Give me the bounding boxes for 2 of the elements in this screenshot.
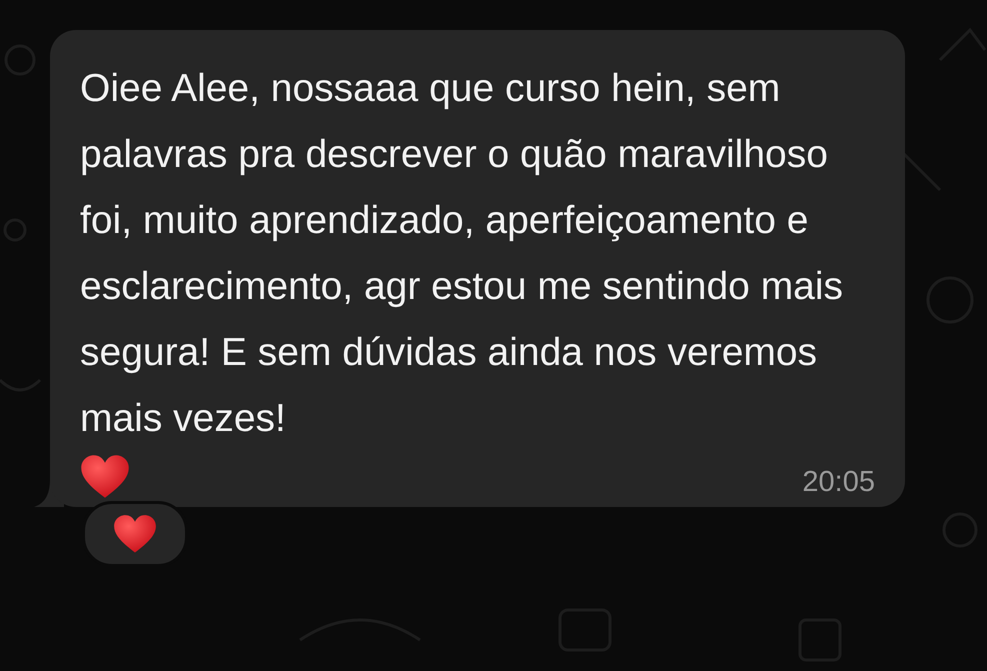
message-text: Oiee Alee, nossaaa que curso hein, sem palavras pra descrever o quão maravilhoso foi, muito aprendizado, aperfeiçoamento e esclarecimento, agr estou me sentindo mais segura! E sem dúvidas ainda nos veremos mais vezes! [80,66,844,442]
message-time: 20:05 [802,465,875,499]
